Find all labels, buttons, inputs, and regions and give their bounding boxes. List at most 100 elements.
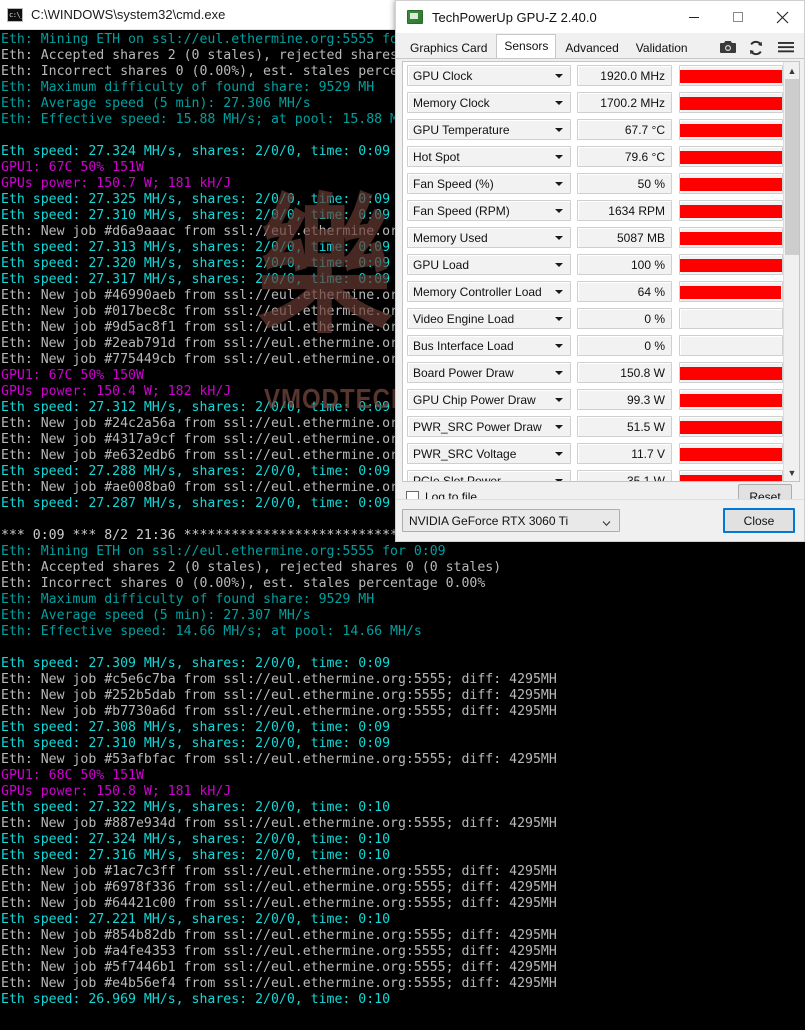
sensor-name-dropdown[interactable]: PWR_SRC Power Draw [407, 416, 571, 437]
chevron-down-icon [555, 425, 563, 429]
gpuz-title-bar[interactable]: TechPowerUp GPU-Z 2.40.0 [396, 1, 804, 34]
sensor-row: Board Power Draw 150.8 W [403, 359, 784, 386]
sensor-row: GPU Temperature 67.7 °C [403, 116, 784, 143]
sensor-graph-bar [680, 421, 782, 434]
close-icon[interactable] [760, 2, 804, 33]
gpuz-app-icon [407, 10, 423, 24]
sensor-name-label: Hot Spot [413, 149, 460, 164]
console-line: Eth speed: 27.221 MH/s, shares: 2/0/0, t… [1, 912, 391, 927]
console-line: Eth: Incorrect shares 0 (0.00%), est. st… [1, 576, 486, 591]
sensor-name-label: Video Engine Load [413, 311, 515, 326]
console-line: Eth: New job #854b82db from ssl://eul.et… [1, 928, 557, 943]
sensor-value: 79.6 °C [577, 146, 672, 167]
chevron-down-icon [555, 398, 563, 402]
sensor-name-dropdown[interactable]: Fan Speed (RPM) [407, 200, 571, 221]
sensor-value: 0 % [577, 308, 672, 329]
sensor-panel: GPU Clock 1920.0 MHz Memory Clock 1700.2 MH… [402, 61, 800, 482]
menu-icon[interactable] [777, 40, 795, 56]
console-line: Eth: New job #c5e6c7ba from ssl://eul.et… [1, 672, 557, 687]
chevron-down-icon [555, 479, 563, 481]
sensor-graph [679, 173, 783, 194]
sensor-name-dropdown[interactable]: Memory Controller Load [407, 281, 571, 302]
sensor-value: 11.7 V [577, 443, 672, 464]
tab-advanced[interactable]: Advanced [557, 37, 626, 59]
sensor-name-dropdown[interactable]: PCIe Slot Power [407, 470, 571, 481]
camera-icon[interactable] [719, 40, 737, 56]
console-title-bar[interactable]: C:\WINDOWS\system32\cmd.exe [0, 0, 403, 30]
sensor-value: 1700.2 MHz [577, 92, 672, 113]
close-button[interactable]: Close [723, 508, 795, 533]
sensor-name-label: GPU Chip Power Draw [413, 392, 536, 407]
maximize-icon[interactable] [716, 2, 760, 33]
sensor-name-dropdown[interactable]: GPU Temperature [407, 119, 571, 140]
console-line: Eth: New job #5f7446b1 from ssl://eul.et… [1, 960, 557, 975]
sensor-graph-bar [680, 394, 782, 407]
sensor-graph-bar [680, 232, 782, 245]
console-line: Eth: Effective speed: 14.66 MH/s; at poo… [1, 624, 422, 639]
sensor-name-dropdown[interactable]: Memory Used [407, 227, 571, 248]
console-line: Eth: New job #b7730a6d from ssl://eul.et… [1, 704, 557, 719]
scroll-up-arrow[interactable]: ▲ [784, 62, 799, 79]
sensor-row: GPU Chip Power Draw 99.3 W [403, 386, 784, 413]
gpu-selector-dropdown[interactable]: NVIDIA GeForce RTX 3060 Ti [402, 509, 620, 532]
sensor-row: PCIe Slot Power 35.1 W [403, 467, 784, 481]
sensor-list: GPU Clock 1920.0 MHz Memory Clock 1700.2 MH… [403, 62, 784, 481]
chevron-down-icon [555, 182, 563, 186]
sensor-name-dropdown[interactable]: PWR_SRC Voltage [407, 443, 571, 464]
sensor-graph [679, 362, 783, 383]
sensor-name-label: Memory Clock [413, 95, 490, 110]
scroll-thumb[interactable] [785, 79, 799, 255]
sensor-name-label: Board Power Draw [413, 365, 514, 380]
console-line: Eth: New job #252b5dab from ssl://eul.et… [1, 688, 557, 703]
tab-graphics-card[interactable]: Graphics Card [402, 37, 495, 59]
sensor-row: Fan Speed (%) 50 % [403, 170, 784, 197]
console-line: Eth speed: 26.969 MH/s, shares: 2/0/0, t… [1, 992, 391, 1007]
chevron-down-icon [555, 371, 563, 375]
tab-sensors[interactable]: Sensors [496, 34, 557, 58]
chevron-down-icon [555, 344, 563, 348]
sensor-value: 67.7 °C [577, 119, 672, 140]
sensor-graph [679, 281, 783, 302]
sensor-graph [679, 470, 783, 481]
sensor-name-dropdown[interactable]: Video Engine Load [407, 308, 571, 329]
minimize-icon[interactable] [672, 2, 716, 33]
chevron-down-icon [555, 290, 563, 294]
sensor-value: 1920.0 MHz [577, 65, 672, 86]
sensor-row: Memory Controller Load 64 % [403, 278, 784, 305]
sensor-name-dropdown[interactable]: GPU Load [407, 254, 571, 275]
tab-validation[interactable]: Validation [628, 37, 696, 59]
sensor-value: 64 % [577, 281, 672, 302]
refresh-icon[interactable] [748, 40, 766, 56]
sensor-row: Memory Clock 1700.2 MHz [403, 89, 784, 116]
console-line: Eth speed: 27.309 MH/s, shares: 2/0/0, t… [1, 656, 391, 671]
console-line: Eth: New job #e4b56ef4 from ssl://eul.et… [1, 976, 557, 991]
console-line: Eth speed: 27.308 MH/s, shares: 2/0/0, t… [1, 720, 391, 735]
sensor-name-dropdown[interactable]: Fan Speed (%) [407, 173, 571, 194]
sensor-name-dropdown[interactable]: Bus Interface Load [407, 335, 571, 356]
sensor-graph-bar [680, 475, 782, 481]
sensor-row: GPU Load 100 % [403, 251, 784, 278]
sensor-value: 150.8 W [577, 362, 672, 383]
sensor-name-dropdown[interactable]: Hot Spot [407, 146, 571, 167]
sensor-name-dropdown[interactable]: GPU Clock [407, 65, 571, 86]
scroll-down-arrow[interactable]: ▼ [784, 464, 799, 481]
console-title-text: C:\WINDOWS\system32\cmd.exe [31, 7, 226, 22]
sensor-name-dropdown[interactable]: Memory Clock [407, 92, 571, 113]
sensor-row: PWR_SRC Power Draw 51.5 W [403, 413, 784, 440]
sensor-value: 51.5 W [577, 416, 672, 437]
sensor-name-label: PCIe Slot Power [413, 473, 502, 482]
sensor-name-dropdown[interactable]: Board Power Draw [407, 362, 571, 383]
sensor-name-label: Memory Controller Load [413, 284, 542, 299]
gpuz-window: TechPowerUp GPU-Z 2.40.0 Graphics Card S… [395, 0, 805, 542]
console-line: Eth: New job #64421c00 from ssl://eul.et… [1, 896, 557, 911]
sensor-name-dropdown[interactable]: GPU Chip Power Draw [407, 389, 571, 410]
chevron-down-icon [555, 155, 563, 159]
sensor-scrollbar[interactable]: ▲ ▼ [783, 62, 799, 481]
sensor-name-label: GPU Load [413, 257, 470, 272]
chevron-down-icon [555, 209, 563, 213]
gpuz-toolbar [719, 40, 795, 56]
sensor-graph-bar [680, 124, 782, 137]
sensor-graph-bar [680, 178, 782, 191]
chevron-down-icon [555, 128, 563, 132]
sensor-row: Video Engine Load 0 % [403, 305, 784, 332]
